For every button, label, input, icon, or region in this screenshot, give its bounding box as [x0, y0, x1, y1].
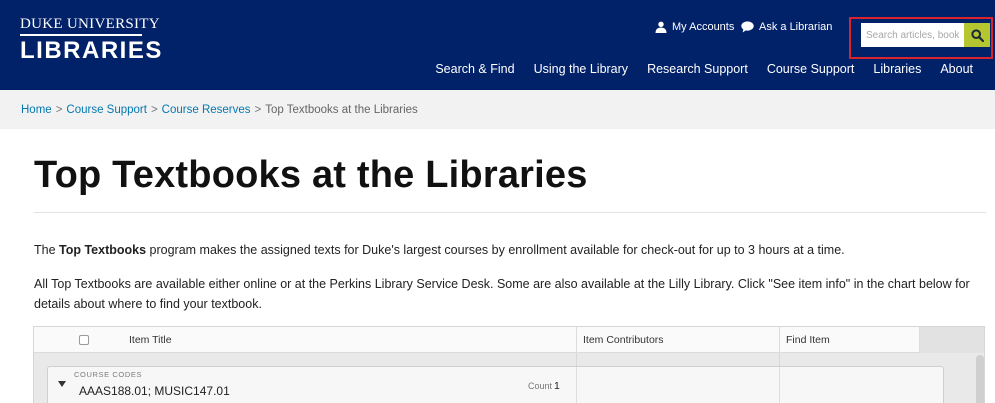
course-group-row[interactable]: COURSE CODES AAAS188.01; MUSIC147.01 Cou…: [47, 366, 944, 403]
availability-paragraph: All Top Textbooks are available either o…: [34, 277, 970, 311]
search-input[interactable]: [861, 23, 964, 47]
column-header-find-item[interactable]: Find Item: [779, 327, 919, 353]
logo-rule: [20, 34, 142, 36]
nav-about[interactable]: About: [940, 62, 973, 76]
logo-top-text: DUKE UNIVERSITY: [20, 16, 160, 32]
textbook-table: Item Title Item Contributors Find Item C…: [33, 326, 985, 403]
search-button[interactable]: [964, 23, 990, 47]
breadcrumb-current: Top Textbooks at the Libraries: [265, 104, 418, 116]
search-icon: [970, 28, 984, 42]
my-accounts-label: My Accounts: [672, 21, 735, 33]
table-header: Item Title Item Contributors Find Item: [34, 327, 984, 353]
page-title: Top Textbooks at the Libraries: [34, 154, 588, 196]
nav-libraries[interactable]: Libraries: [873, 62, 921, 76]
table-scrollbar[interactable]: [976, 355, 984, 403]
breadcrumb-course-support[interactable]: Course Support: [66, 104, 147, 116]
breadcrumb-home[interactable]: Home: [21, 104, 52, 116]
column-header-item-title[interactable]: Item Title: [129, 327, 172, 353]
breadcrumb-separator: >: [55, 104, 63, 116]
group-cell-divider: [779, 367, 780, 403]
group-count-value: 1: [554, 380, 560, 392]
chat-bubble-icon: [741, 21, 754, 33]
intro-lead: The: [34, 243, 60, 257]
nav-research-support[interactable]: Research Support: [647, 62, 748, 76]
breadcrumb-separator: >: [150, 104, 158, 116]
breadcrumb-bar: Home > Course Support > Course Reserves > Top …: [0, 90, 995, 129]
select-all-checkbox[interactable]: [79, 335, 89, 345]
expand-caret-icon[interactable]: [58, 381, 66, 387]
title-divider: [34, 212, 986, 213]
ask-librarian-label: Ask a Librarian: [759, 21, 833, 33]
duke-libraries-logo[interactable]: DUKE UNIVERSITY LIBRARIES: [20, 16, 163, 63]
ask-librarian-link[interactable]: Ask a Librarian: [741, 21, 832, 33]
my-accounts-link[interactable]: My Accounts: [655, 21, 734, 33]
intro-rest: program makes the assigned texts for Duk…: [146, 243, 845, 257]
main-nav: Search & Find Using the Library Research…: [416, 62, 973, 76]
site-header: DUKE UNIVERSITY LIBRARIES My Accounts As…: [0, 0, 995, 90]
nav-using-library[interactable]: Using the Library: [534, 62, 629, 76]
nav-search-find[interactable]: Search & Find: [435, 62, 514, 76]
intro-paragraph: The Top Textbooks program makes the assi…: [34, 240, 845, 260]
breadcrumb: Home > Course Support > Course Reserves > Top …: [21, 104, 418, 116]
group-count-label: Count: [528, 381, 553, 391]
group-course-codes: AAAS188.01; MUSIC147.01: [79, 384, 230, 398]
user-icon: [655, 21, 667, 33]
group-count: Count 1: [528, 380, 560, 392]
column-header-contributors[interactable]: Item Contributors: [576, 327, 784, 353]
intro-bold: Top Textbooks: [59, 243, 147, 257]
column-header-filler: [919, 327, 984, 353]
breadcrumb-course-reserves[interactable]: Course Reserves: [162, 104, 251, 116]
breadcrumb-separator: >: [254, 104, 262, 116]
nav-course-support[interactable]: Course Support: [767, 62, 855, 76]
group-cell-divider: [576, 367, 577, 403]
group-label: COURSE CODES: [74, 370, 143, 379]
logo-main-text: LIBRARIES: [20, 37, 163, 64]
